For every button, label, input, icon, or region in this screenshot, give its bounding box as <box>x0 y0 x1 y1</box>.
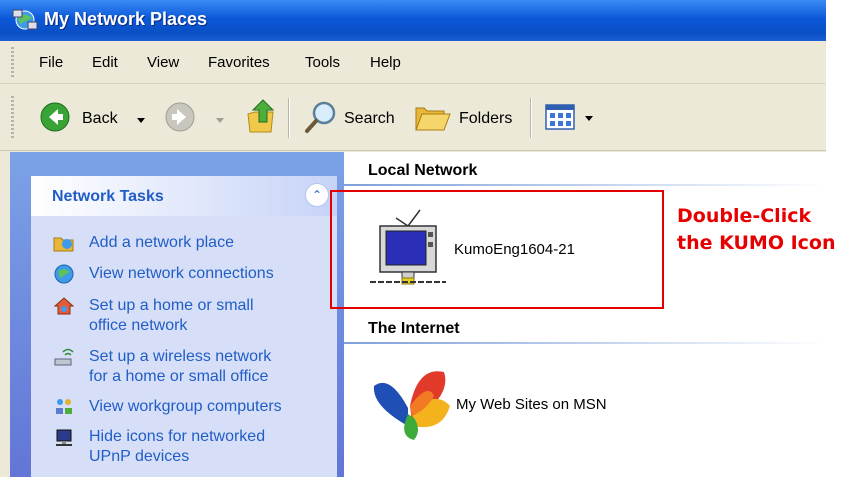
folders-label[interactable]: Folders <box>459 110 512 128</box>
search-label[interactable]: Search <box>344 110 395 128</box>
forward-button[interactable] <box>165 102 195 132</box>
task-label: Add a network place <box>89 234 234 251</box>
task-label: office network <box>89 317 188 334</box>
msn-label: My Web Sites on MSN <box>456 396 607 413</box>
instruction-callout: Double-Click the KUMO Icon <box>677 203 836 257</box>
title-bar[interactable]: My Network Places <box>0 0 826 41</box>
toolbar-separator <box>530 98 532 138</box>
toolbar-grip[interactable] <box>11 96 14 140</box>
search-icon <box>305 101 336 133</box>
upnp-devices-icon <box>56 429 72 446</box>
back-button[interactable] <box>40 102 70 132</box>
task-add-network-place[interactable]: Add a network place <box>89 233 234 253</box>
group-divider <box>344 342 826 344</box>
task-set-up-home-network[interactable]: Set up a home or small office network <box>89 296 254 336</box>
network-tasks-title: Network Tasks <box>52 188 164 205</box>
task-label: View workgroup computers <box>89 398 282 415</box>
search-button[interactable] <box>304 100 338 134</box>
up-folder-icon <box>247 99 275 133</box>
menu-view[interactable]: View <box>147 54 179 71</box>
callout-line: Double-Click <box>677 205 812 227</box>
task-label: for a home or small office <box>89 368 269 385</box>
add-network-place-icon <box>53 237 74 252</box>
back-dropdown-icon[interactable] <box>137 118 145 123</box>
toolbar: Back Search Folders <box>0 84 826 151</box>
up-folder-button[interactable] <box>245 98 277 134</box>
views-icon <box>545 104 575 130</box>
task-label: Set up a wireless network <box>89 348 272 365</box>
menu-file[interactable]: File <box>39 54 63 71</box>
task-set-up-wireless-network[interactable]: Set up a wireless network for a home or … <box>89 347 271 387</box>
home-network-icon <box>53 297 75 315</box>
network-connections-icon <box>54 264 74 284</box>
workgroup-computers-icon <box>56 399 72 414</box>
network-places-icon <box>12 9 38 30</box>
task-view-network-connections[interactable]: View network connections <box>89 264 274 284</box>
wireless-network-icon <box>54 348 74 366</box>
task-label: Hide icons for networked <box>89 428 266 445</box>
menu-tools[interactable]: Tools <box>305 54 340 71</box>
menu-bar: File Edit View Favorites Tools Help <box>0 41 826 84</box>
tasks-pane: Network Tasks ⌃ Add a network place View… <box>10 152 344 477</box>
task-view-workgroup-computers[interactable]: View workgroup computers <box>89 397 282 417</box>
window-title: My Network Places <box>44 9 208 29</box>
menu-help[interactable]: Help <box>370 54 401 71</box>
network-tasks-header[interactable]: Network Tasks ⌃ <box>31 176 337 216</box>
kumo-highlight-box <box>330 190 664 309</box>
msn-web-sites-item[interactable]: My Web Sites on MSN <box>370 366 670 446</box>
collapse-chevron-icon[interactable]: ⌃ <box>305 183 329 207</box>
msn-butterfly-icon <box>373 371 450 440</box>
forward-dropdown-icon[interactable] <box>216 118 224 123</box>
menu-favorites[interactable]: Favorites <box>208 54 270 71</box>
network-tasks-panel: Network Tasks ⌃ Add a network place View… <box>31 176 337 477</box>
local-network-group-title: Local Network <box>368 162 478 179</box>
task-label: View network connections <box>89 265 274 282</box>
back-label[interactable]: Back <box>82 110 118 128</box>
internet-group-title: The Internet <box>368 320 460 337</box>
group-divider <box>344 184 826 186</box>
toolbar-separator <box>288 98 290 138</box>
forward-arrow-icon <box>165 102 195 132</box>
task-label: UPnP devices <box>89 448 190 465</box>
folders-icon <box>415 107 451 131</box>
back-arrow-icon <box>40 102 70 132</box>
views-button[interactable] <box>545 102 579 132</box>
views-dropdown-icon[interactable] <box>585 116 593 121</box>
callout-line: the KUMO Icon <box>677 232 836 254</box>
menu-grip[interactable] <box>11 47 14 77</box>
menu-edit[interactable]: Edit <box>92 54 118 71</box>
task-label: Set up a home or small <box>89 297 254 314</box>
task-hide-upnp-icons[interactable]: Hide icons for networked UPnP devices <box>89 427 265 467</box>
folders-button[interactable] <box>414 100 452 134</box>
